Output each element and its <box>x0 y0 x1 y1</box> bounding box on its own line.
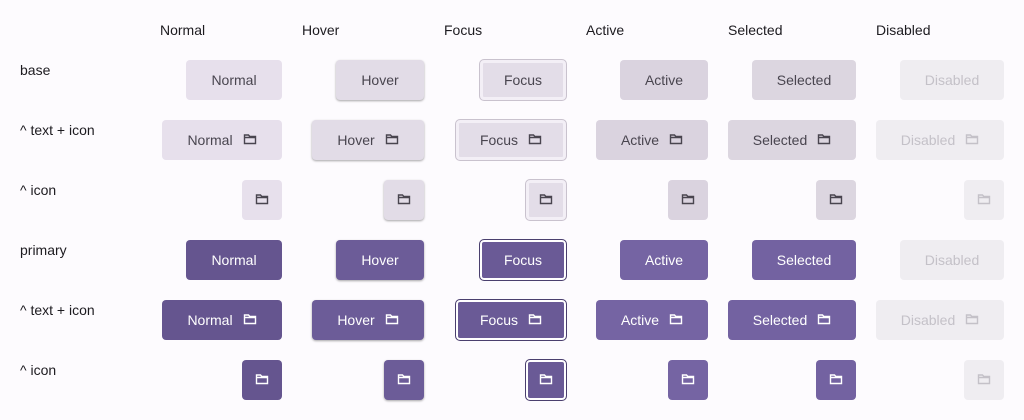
folder-icon <box>539 372 553 389</box>
primary-active-button[interactable]: Active <box>620 240 708 280</box>
column-header-hover: Hover <box>302 22 340 38</box>
primary-hover-text-icon-button[interactable]: Hover <box>312 300 424 340</box>
button-label: Normal <box>211 252 257 268</box>
folder-icon <box>255 192 269 209</box>
column-header-normal: Normal <box>160 22 206 38</box>
folder-icon <box>243 132 257 149</box>
row-label-primary: primary <box>20 242 67 258</box>
column-header-selected: Selected <box>728 22 783 38</box>
base-selected-button[interactable]: Selected <box>752 60 856 100</box>
row-label-base: base <box>20 62 51 78</box>
row-label-primary-icon: ^ icon <box>20 362 57 378</box>
folder-icon <box>243 312 257 329</box>
folder-icon <box>977 192 991 209</box>
folder-icon <box>385 312 399 329</box>
base-focus-button[interactable]: Focus <box>479 59 567 101</box>
button-label: Focus <box>503 72 543 88</box>
primary-normal-text-icon-button[interactable]: Normal <box>162 300 282 340</box>
primary-normal-button[interactable]: Normal <box>186 240 282 280</box>
folder-icon <box>817 312 831 329</box>
button-label: Hover <box>361 72 399 88</box>
folder-icon <box>681 192 695 209</box>
row-label-base-text-icon: ^ text + icon <box>20 122 95 138</box>
primary-selected-text-icon-button[interactable]: Selected <box>728 300 856 340</box>
primary-hover-icon-button[interactable] <box>384 360 424 400</box>
primary-disabled-icon-button <box>964 360 1004 400</box>
primary-focus-button[interactable]: Focus <box>479 239 567 281</box>
base-active-button[interactable]: Active <box>620 60 708 100</box>
base-disabled-button: Disabled <box>900 60 1004 100</box>
base-focus-icon-button[interactable] <box>525 179 567 221</box>
base-normal-icon-button[interactable] <box>242 180 282 220</box>
button-label: Selected <box>776 72 832 88</box>
folder-icon <box>681 372 695 389</box>
folder-icon <box>829 372 843 389</box>
button-label: Normal <box>187 312 233 328</box>
folder-icon <box>965 312 979 329</box>
primary-focus-text-icon-button[interactable]: Focus <box>455 299 567 341</box>
folder-icon <box>397 372 411 389</box>
base-hover-button[interactable]: Hover <box>336 60 424 100</box>
button-label: Disabled <box>900 132 956 148</box>
primary-active-text-icon-button[interactable]: Active <box>596 300 708 340</box>
folder-icon <box>977 372 991 389</box>
primary-active-icon-button[interactable] <box>668 360 708 400</box>
folder-icon <box>397 192 411 209</box>
primary-selected-icon-button[interactable] <box>816 360 856 400</box>
column-header-focus: Focus <box>444 22 483 38</box>
button-label: Focus <box>503 252 543 268</box>
column-header-active: Active <box>586 22 625 38</box>
folder-icon <box>255 372 269 389</box>
button-label: Active <box>620 132 660 148</box>
base-hover-icon-button[interactable] <box>384 180 424 220</box>
button-label: Focus <box>479 312 519 328</box>
primary-hover-button[interactable]: Hover <box>336 240 424 280</box>
base-selected-icon-button[interactable] <box>816 180 856 220</box>
button-label: Normal <box>187 132 233 148</box>
primary-normal-icon-button[interactable] <box>242 360 282 400</box>
base-selected-text-icon-button[interactable]: Selected <box>728 120 856 160</box>
base-normal-button[interactable]: Normal <box>186 60 282 100</box>
folder-icon <box>669 132 683 149</box>
row-label-base-icon: ^ icon <box>20 182 57 198</box>
button-label: Disabled <box>924 72 980 88</box>
base-disabled-text-icon-button: Disabled <box>876 120 1004 160</box>
primary-disabled-button: Disabled <box>900 240 1004 280</box>
row-label-primary-text-icon: ^ text + icon <box>20 302 95 318</box>
button-label: Disabled <box>924 252 980 268</box>
button-label: Hover <box>361 252 399 268</box>
column-header-disabled: Disabled <box>876 22 931 38</box>
folder-icon <box>669 312 683 329</box>
folder-icon <box>829 192 843 209</box>
button-label: Normal <box>211 72 257 88</box>
folder-icon <box>817 132 831 149</box>
button-label: Disabled <box>900 312 956 328</box>
primary-focus-icon-button[interactable] <box>525 359 567 401</box>
folder-icon <box>539 192 553 209</box>
base-normal-text-icon-button[interactable]: Normal <box>162 120 282 160</box>
folder-icon <box>528 132 542 149</box>
base-focus-text-icon-button[interactable]: Focus <box>455 119 567 161</box>
button-label: Active <box>644 72 684 88</box>
button-label: Active <box>620 312 660 328</box>
folder-icon <box>965 132 979 149</box>
button-label: Active <box>644 252 684 268</box>
base-hover-text-icon-button[interactable]: Hover <box>312 120 424 160</box>
button-label: Focus <box>479 132 519 148</box>
button-label: Hover <box>337 312 375 328</box>
button-label: Selected <box>776 252 832 268</box>
primary-disabled-text-icon-button: Disabled <box>876 300 1004 340</box>
primary-selected-button[interactable]: Selected <box>752 240 856 280</box>
folder-icon <box>385 132 399 149</box>
base-active-text-icon-button[interactable]: Active <box>596 120 708 160</box>
button-label: Hover <box>337 132 375 148</box>
base-disabled-icon-button <box>964 180 1004 220</box>
button-label: Selected <box>752 312 808 328</box>
button-label: Selected <box>752 132 808 148</box>
folder-icon <box>528 312 542 329</box>
base-active-icon-button[interactable] <box>668 180 708 220</box>
